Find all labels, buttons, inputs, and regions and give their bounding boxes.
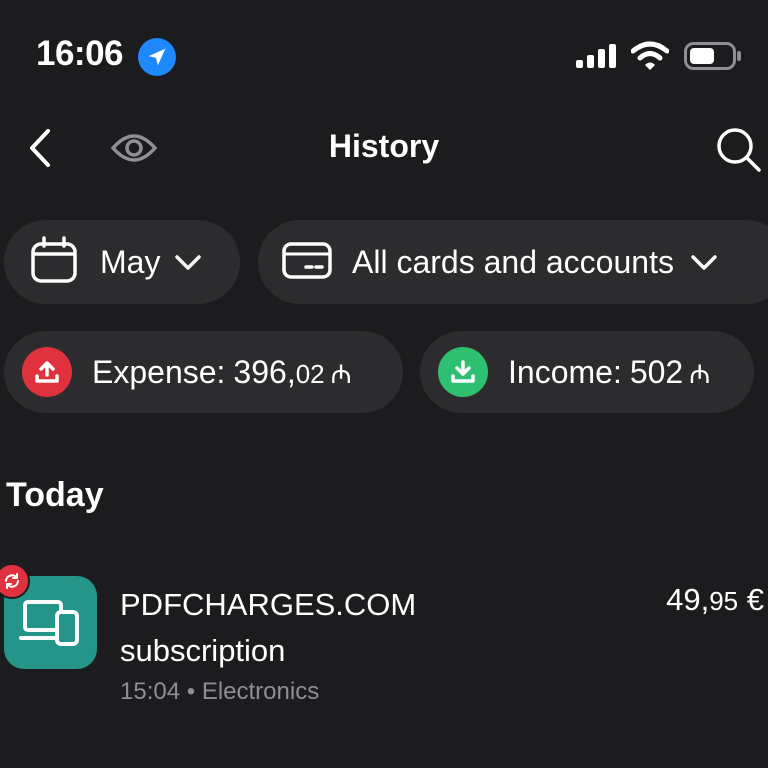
location-arrow-icon: [138, 38, 176, 76]
battery-icon: [684, 42, 742, 70]
calendar-icon: [30, 235, 78, 289]
expense-upload-icon: [22, 347, 72, 397]
cards-filter-label: All cards and accounts: [352, 243, 674, 280]
transaction-amount: 49,95 €: [666, 582, 764, 617]
meta-separator: •: [186, 678, 196, 705]
cards-filter-chip[interactable]: All cards and accounts: [258, 220, 768, 304]
month-filter-chip[interactable]: May: [4, 220, 240, 304]
income-amount: 502 ₼: [629, 353, 711, 390]
expense-summary[interactable]: Expense: 396,02 ₼: [4, 331, 403, 413]
chevron-down-icon: [174, 252, 202, 272]
page-title: History: [328, 128, 440, 164]
transaction-meta: 15:04 • Electronics: [120, 678, 319, 706]
month-filter-label: May: [100, 243, 161, 280]
transaction-category: Electronics: [201, 678, 320, 705]
section-title-today: Today: [6, 476, 104, 514]
income-download-icon: [438, 347, 488, 397]
transaction-name[interactable]: PDFCHARGES.COM subscription: [120, 582, 520, 674]
status-time: 16:06: [36, 34, 124, 73]
income-summary[interactable]: Income: 502 ₼: [420, 331, 754, 413]
search-icon[interactable]: [714, 125, 762, 173]
income-label: Income:: [508, 353, 622, 390]
chevron-down-icon: [690, 252, 718, 272]
wifi-icon: [630, 41, 670, 71]
card-icon: [282, 240, 332, 285]
expense-amount: 396,02 ₼: [233, 353, 352, 390]
expense-label: Expense:: [92, 353, 226, 390]
transaction-time: 15:04: [120, 678, 181, 705]
cellular-signal-icon: [576, 44, 618, 68]
